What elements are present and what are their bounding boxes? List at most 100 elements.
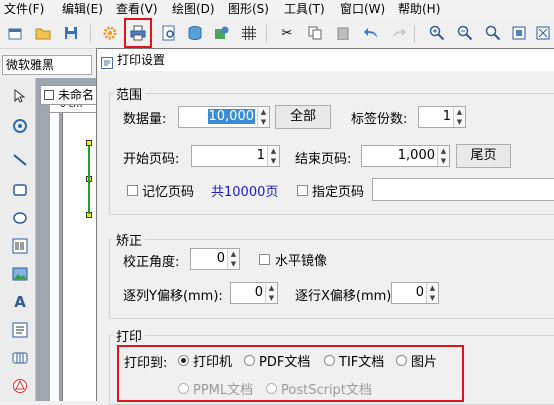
polygon-tool-icon[interactable] (10, 376, 30, 396)
selected-line-object[interactable] (88, 146, 90, 214)
print-settings-dialog: 打印设置 范围 数据量: 10,000 ▲ ▼ 全部 标签份数: 1 ▲ ▼ 开始页… (96, 48, 554, 405)
radio-tif[interactable] (324, 355, 335, 366)
rich-text-tool-icon[interactable] (10, 320, 30, 340)
settings-icon[interactable] (101, 24, 119, 42)
zoom-in-icon[interactable] (428, 24, 446, 42)
data-count-spinner[interactable]: 10,000 ▲ ▼ (178, 106, 270, 128)
dialog-app-icon (101, 54, 113, 69)
specify-page-checkbox[interactable] (297, 185, 308, 196)
menu-help[interactable]: 帮助(H) (398, 1, 440, 17)
angle-spinner[interactable]: 0 ▲ ▼ (190, 248, 240, 270)
horizontal-ruler: 0 cm (50, 100, 98, 113)
tool-palette: A (0, 78, 36, 401)
image-tool-icon[interactable] (10, 264, 30, 284)
spinner-arrows-icon[interactable]: ▲ ▼ (265, 283, 277, 303)
print-group-label: 打印 (113, 326, 146, 345)
specify-page-label: 指定页码 (312, 185, 365, 200)
copy-icon[interactable] (306, 24, 324, 42)
radio-printer[interactable] (178, 355, 189, 366)
menu-edit[interactable]: 编辑(E) (62, 1, 103, 17)
y-offset-spinner[interactable]: 0 ▲ ▼ (230, 282, 278, 304)
data-count-label: 数据量: (123, 112, 167, 127)
actual-size-icon[interactable] (534, 24, 552, 42)
line-tool-icon[interactable] (10, 150, 30, 170)
radio-image[interactable] (396, 355, 407, 366)
undo-icon[interactable] (362, 24, 380, 42)
end-page-value: 1,000 (397, 148, 435, 163)
toolbar: ✂ (0, 18, 554, 49)
save-icon[interactable] (62, 24, 80, 42)
spinner-arrows-icon[interactable]: ▲ ▼ (267, 146, 279, 166)
radio-ppml-label: PPML文档 (193, 383, 254, 398)
new-icon[interactable] (6, 24, 24, 42)
zoom-icon[interactable] (484, 24, 502, 42)
radio-tif-label: TIF文档 (339, 355, 385, 370)
dialog-title-bar: 打印设置 (97, 49, 554, 71)
spinner-arrows-icon[interactable]: ▲ ▼ (453, 107, 465, 127)
data-count-value: 10,000 (207, 109, 255, 124)
print-icon-highlight (124, 18, 152, 48)
angle-value: 0 (216, 251, 225, 266)
redo-icon[interactable] (390, 24, 408, 42)
y-offset-value: 0 (254, 285, 263, 300)
start-page-label: 开始页码: (123, 152, 180, 167)
document-tab[interactable]: 未命名 (40, 85, 98, 105)
label-copies-spinner[interactable]: 1 ▲ ▼ (418, 106, 466, 128)
spinner-arrows-icon[interactable]: ▲ ▼ (437, 146, 449, 166)
menu-window[interactable]: 窗口(W) (340, 1, 385, 17)
dialog-title: 打印设置 (117, 53, 166, 67)
ellipse-tool-icon[interactable] (10, 208, 30, 228)
radio-printer-label: 打印机 (193, 355, 233, 370)
mirror-label: 水平镜像 (275, 254, 328, 269)
spinner-arrows-icon[interactable]: ▲ ▼ (257, 107, 269, 127)
end-page-label: 结束页码: (295, 152, 352, 167)
import-icon[interactable] (212, 24, 230, 42)
grid-icon[interactable] (240, 24, 258, 42)
radio-image-label: 图片 (411, 355, 438, 370)
menu-draw[interactable]: 绘图(D) (172, 1, 215, 17)
x-offset-label: 逐行X偏移(mm): (295, 289, 396, 304)
x-offset-spinner[interactable]: 0 ▲ ▼ (391, 282, 439, 304)
label-copies-value: 1 (442, 109, 451, 124)
radio-pdf[interactable] (244, 355, 255, 366)
paste-icon[interactable] (334, 24, 352, 42)
menu-shape[interactable]: 图形(S) (228, 1, 269, 17)
menu-tools[interactable]: 工具(T) (284, 1, 325, 17)
menu-file[interactable]: 文件(F) (4, 1, 44, 17)
zoom-out-icon[interactable] (456, 24, 474, 42)
pointer-icon[interactable] (10, 86, 30, 106)
database-icon[interactable] (186, 24, 204, 42)
text-tool-icon[interactable]: A (10, 292, 30, 312)
mirror-checkbox[interactable] (259, 254, 270, 265)
rectangle-tool-icon[interactable] (10, 180, 30, 200)
rotate-icon[interactable] (10, 116, 30, 136)
document-icon (44, 90, 54, 100)
radio-ppml (178, 383, 189, 394)
last-page-button[interactable]: 尾页 (456, 144, 511, 168)
design-canvas[interactable]: 0 cm (36, 78, 98, 401)
specify-page-input[interactable] (372, 178, 554, 201)
all-button[interactable]: 全部 (275, 105, 331, 129)
cut-icon[interactable]: ✂ (278, 24, 296, 42)
barcode-tool-icon[interactable] (10, 236, 30, 256)
vertical-ruler (50, 113, 60, 401)
correction-group-label: 矫正 (113, 230, 146, 249)
menu-view[interactable]: 查看(V) (116, 1, 158, 17)
font-family-select[interactable]: 微软雅黑 (2, 55, 92, 75)
print-preview-icon[interactable] (160, 24, 178, 42)
remember-page-checkbox[interactable] (127, 185, 138, 196)
y-offset-label: 逐列Y偏移(mm): (123, 289, 223, 304)
print-to-label: 打印到: (124, 356, 168, 371)
fit-page-icon[interactable] (510, 24, 528, 42)
document-tab-label: 未命名 (58, 88, 95, 102)
label-copies-label: 标签份数: (351, 112, 408, 127)
open-icon[interactable] (34, 24, 52, 42)
total-pages-text: 共10000页 (211, 185, 279, 200)
start-page-spinner[interactable]: 1 ▲ ▼ (191, 145, 280, 167)
end-page-spinner[interactable]: 1,000 ▲ ▼ (361, 145, 450, 167)
label-page (62, 111, 98, 401)
angle-label: 校正角度: (123, 255, 180, 270)
spinner-arrows-icon[interactable]: ▲ ▼ (426, 283, 438, 303)
spinner-arrows-icon[interactable]: ▲ ▼ (227, 249, 239, 269)
table-tool-icon[interactable] (10, 348, 30, 368)
